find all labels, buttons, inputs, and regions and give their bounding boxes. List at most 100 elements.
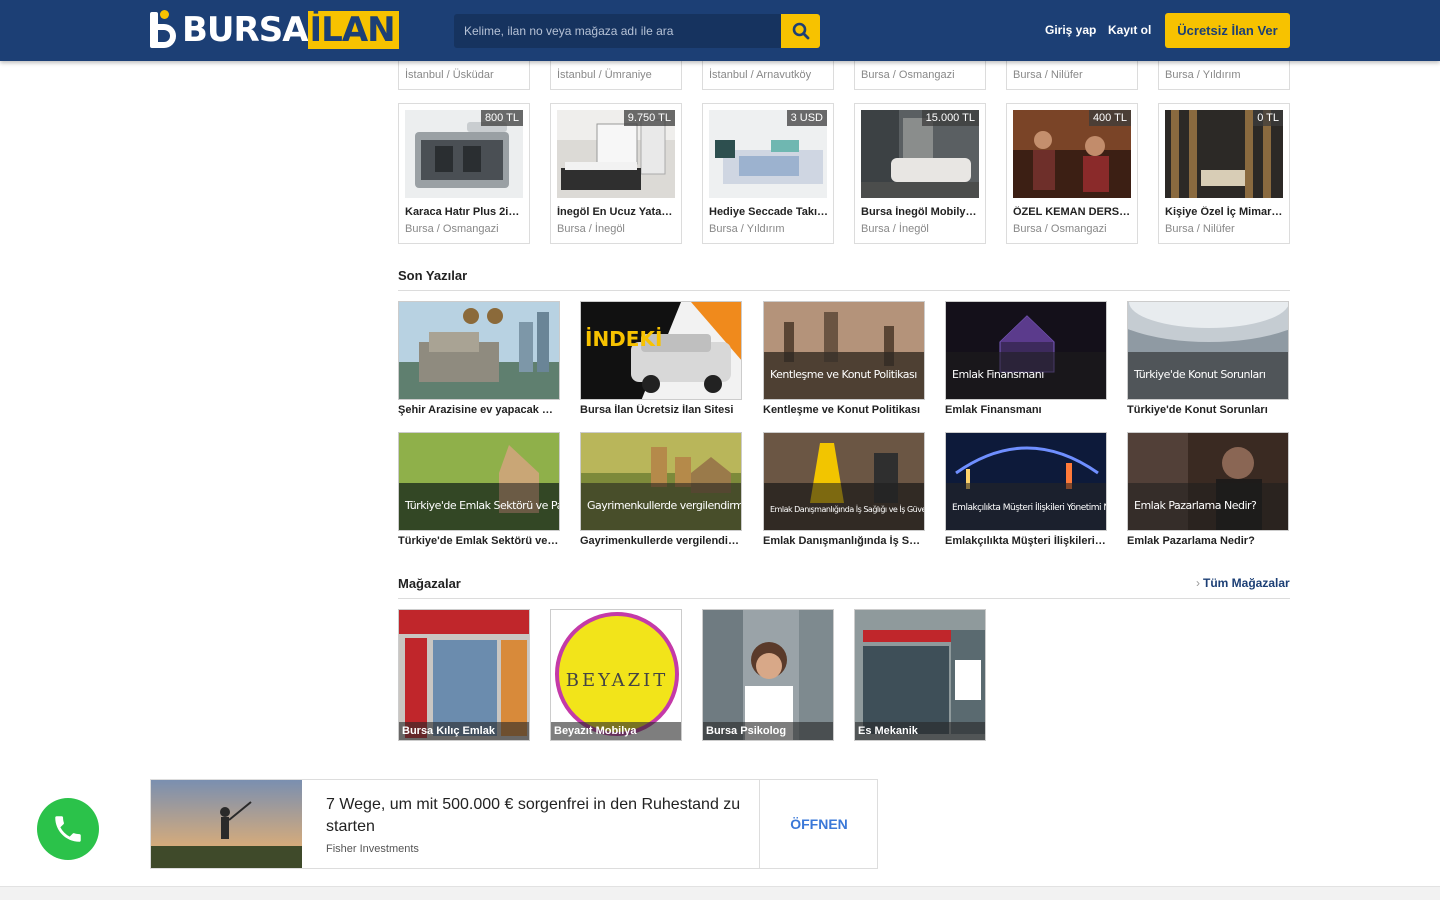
blog-post[interactable]: Türkiye'de Emlak Sektörü ve Pazar Yapısı… xyxy=(398,432,560,550)
ad-open-button[interactable]: ÖFFNEN xyxy=(759,780,878,868)
blog-post[interactable]: Kentleşme ve Konut Politikası Kentleşme … xyxy=(763,301,925,419)
logo-text-bursa: BURSA xyxy=(182,10,309,50)
blog-post[interactable]: Emlakçılıkta Müşteri İlişkileri Yönetimi… xyxy=(945,432,1107,550)
listing-location: Bursa / Osmangazi xyxy=(861,69,955,81)
store-name: Bursa Kılıç Emlak xyxy=(399,722,529,740)
chevron-right-icon: › xyxy=(1196,576,1200,590)
blog-post[interactable]: Gayrimenkullerde vergilendirme Gayrimenk… xyxy=(580,432,742,550)
listing-card[interactable]: Bursa / Nilüfer xyxy=(1006,61,1138,90)
listing-price: 800 TL xyxy=(480,110,523,126)
listing-card[interactable]: İstanbul / Arnavutköy xyxy=(702,61,834,90)
blog-post[interactable]: Şehir Arazisine ev yapacak müt... xyxy=(398,301,560,419)
blog-post-title: Şehir Arazisine ev yapacak müt... xyxy=(398,404,560,416)
site-header: BURSA İLAN Giriş yap Kayıt ol Ücretsiz İ… xyxy=(0,0,1440,61)
listing-card[interactable]: İstanbul / Ümraniye xyxy=(550,61,682,90)
ad-source: Fisher Investments xyxy=(326,843,419,855)
blog-post-image: Türkiye'de Emlak Sektörü ve Pazar Yapısı xyxy=(398,432,560,531)
register-link[interactable]: Kayıt ol xyxy=(1108,23,1151,37)
listing-location: Bursa / İnegöl xyxy=(557,223,625,235)
blog-post-overlay: Emlak Danışmanlığında İş Sağlığı ve İş G… xyxy=(770,505,925,514)
phone-icon xyxy=(55,816,81,842)
blog-post-image: Türkiye'de Konut Sorunları xyxy=(1127,301,1289,400)
blog-post-title: Bursa İlan Ücretsiz İlan Sitesi xyxy=(580,404,734,416)
blog-post-image: Emlak Pazarlama Nedir? xyxy=(1127,432,1289,531)
section-title-posts: Son Yazılar xyxy=(398,268,468,283)
listing-card[interactable]: İstanbul / Üsküdar xyxy=(398,61,530,90)
blog-post-overlay: Emlak Finansmanı xyxy=(952,368,1044,381)
section-title-stores: Mağazalar xyxy=(398,576,461,591)
blog-post[interactable]: Türkiye'de Konut Sorunları Türkiye'de Ko… xyxy=(1127,301,1289,419)
listing-location: Bursa / İnegöl xyxy=(861,223,929,235)
blog-post[interactable]: Emlak Danışmanlığında İş Sağlığı ve İş G… xyxy=(763,432,925,550)
blog-post-image: İNDEKİ xyxy=(580,301,742,400)
listing-location: İstanbul / Ümraniye xyxy=(557,69,652,81)
blog-post-title: Türkiye'de Konut Sorunları xyxy=(1127,404,1268,416)
listing-location: Bursa / Yıldırım xyxy=(1165,69,1241,81)
listing-title: Karaca Hatır Plus 2in1 ... xyxy=(405,206,525,218)
listing-price: 9.750 TL xyxy=(623,110,675,126)
footer-strip xyxy=(0,886,1440,900)
blog-post-title: Emlak Finansmanı xyxy=(945,404,1042,416)
blog-post-image: Emlakçılıkta Müşteri İlişkileri Yönetimi… xyxy=(945,432,1107,531)
suv-image-text: İNDEKİ xyxy=(585,327,662,351)
all-stores-label: Tüm Mağazalar xyxy=(1203,576,1290,590)
listing-card[interactable]: 3 USD Hediye Seccade Takım... Bursa / Yı… xyxy=(702,103,834,244)
listing-price: 3 USD xyxy=(786,110,827,126)
store-card[interactable]: BEYAZIT Beyazıt Mobilya xyxy=(550,609,682,741)
listing-title: ÖZEL KEMAN DERSİ ... xyxy=(1013,206,1133,218)
listing-location: Bursa / Osmangazi xyxy=(1013,223,1107,235)
ad-headline: 7 Wege, um mit 500.000 € sorgenfrei in d… xyxy=(326,796,741,835)
blog-post[interactable]: İNDEKİ Bursa İlan Ücretsiz İlan Sitesi xyxy=(580,301,742,419)
login-link[interactable]: Giriş yap xyxy=(1045,23,1096,37)
listing-title: İnegöl En Ucuz Yatak ... xyxy=(557,206,677,218)
svg-text:BEYAZIT: BEYAZIT xyxy=(566,670,668,691)
blog-post[interactable]: Emlak Finansmanı Emlak Finansmanı xyxy=(945,301,1107,419)
listing-card[interactable]: 800 TL Karaca Hatır Plus 2in1 ... Bursa … xyxy=(398,103,530,244)
all-stores-link[interactable]: › Tüm Mağazalar xyxy=(1196,576,1290,590)
store-card[interactable]: Bursa Kılıç Emlak xyxy=(398,609,530,741)
blog-post-image: Gayrimenkullerde vergilendirme xyxy=(580,432,742,531)
listing-card[interactable]: 9.750 TL İnegöl En Ucuz Yatak ... Bursa … xyxy=(550,103,682,244)
listing-price: 0 TL xyxy=(1253,110,1283,126)
listing-card[interactable]: 15.000 TL Bursa İnegöl Mobilya F... Burs… xyxy=(854,103,986,244)
listing-location: İstanbul / Arnavutköy xyxy=(709,69,812,81)
search-icon xyxy=(792,22,809,40)
blog-post-title: Emlak Pazarlama Nedir? xyxy=(1127,535,1255,547)
store-name: Es Mekanik xyxy=(855,722,985,740)
search-input[interactable] xyxy=(454,14,781,48)
post-ad-button[interactable]: Ücretsiz İlan Ver xyxy=(1165,13,1290,48)
listing-price: 15.000 TL xyxy=(921,110,979,126)
logo-text-ilan: İLAN xyxy=(307,11,399,49)
store-name: Bursa Psikolog xyxy=(703,722,833,740)
store-name: Beyazıt Mobilya xyxy=(551,722,681,740)
logo-icon xyxy=(150,10,178,50)
store-card[interactable]: Bursa Psikolog xyxy=(702,609,834,741)
blog-post-overlay: Emlakçılıkta Müşteri İlişkileri Yönetimi… xyxy=(952,503,1106,513)
blog-post-title: Türkiye'de Emlak Sektörü ve Pa... xyxy=(398,535,560,547)
blog-post-overlay: Türkiye'de Emlak Sektörü ve Pazar Yapısı xyxy=(405,499,559,512)
blog-post-image: Emlak Danışmanlığında İş Sağlığı ve İş G… xyxy=(763,432,925,531)
blog-post-image: Emlak Finansmanı xyxy=(945,301,1107,400)
advertisement[interactable]: 7 Wege, um mit 500.000 € sorgenfrei in d… xyxy=(150,779,878,869)
blog-post-overlay: Emlak Pazarlama Nedir? xyxy=(1134,499,1257,512)
blog-post[interactable]: Emlak Pazarlama Nedir? Emlak Pazarlama N… xyxy=(1127,432,1289,550)
blog-post-title: Emlakçılıkta Müşteri İlişkileri Y... xyxy=(945,535,1107,547)
listing-title: Kişiye Özel İç Mimarlı... xyxy=(1165,206,1285,218)
blog-post-title: Gayrimenkullerde vergilendirme xyxy=(580,535,742,547)
blog-post-overlay: Türkiye'de Konut Sorunları xyxy=(1134,368,1266,381)
listing-title: Bursa İnegöl Mobilya F... xyxy=(861,206,981,218)
section-divider xyxy=(398,598,1290,599)
listing-card[interactable]: 0 TL Kişiye Özel İç Mimarlı... Bursa / N… xyxy=(1158,103,1290,244)
listing-location: Bursa / Yıldırım xyxy=(709,223,785,235)
search-button[interactable] xyxy=(781,14,820,48)
listing-location: Bursa / Nilüfer xyxy=(1165,223,1235,235)
listing-price: 400 TL xyxy=(1088,110,1131,126)
site-logo[interactable]: BURSA İLAN xyxy=(150,10,399,50)
store-card[interactable]: Es Mekanik xyxy=(854,609,986,741)
whatsapp-button[interactable] xyxy=(37,798,99,860)
listing-location: Bursa / Nilüfer xyxy=(1013,69,1083,81)
listing-card[interactable]: Bursa / Osmangazi xyxy=(854,61,986,90)
listing-card[interactable]: 400 TL ÖZEL KEMAN DERSİ ... Bursa / Osma… xyxy=(1006,103,1138,244)
section-divider xyxy=(398,290,1290,291)
listing-card[interactable]: Bursa / Yıldırım xyxy=(1158,61,1290,90)
